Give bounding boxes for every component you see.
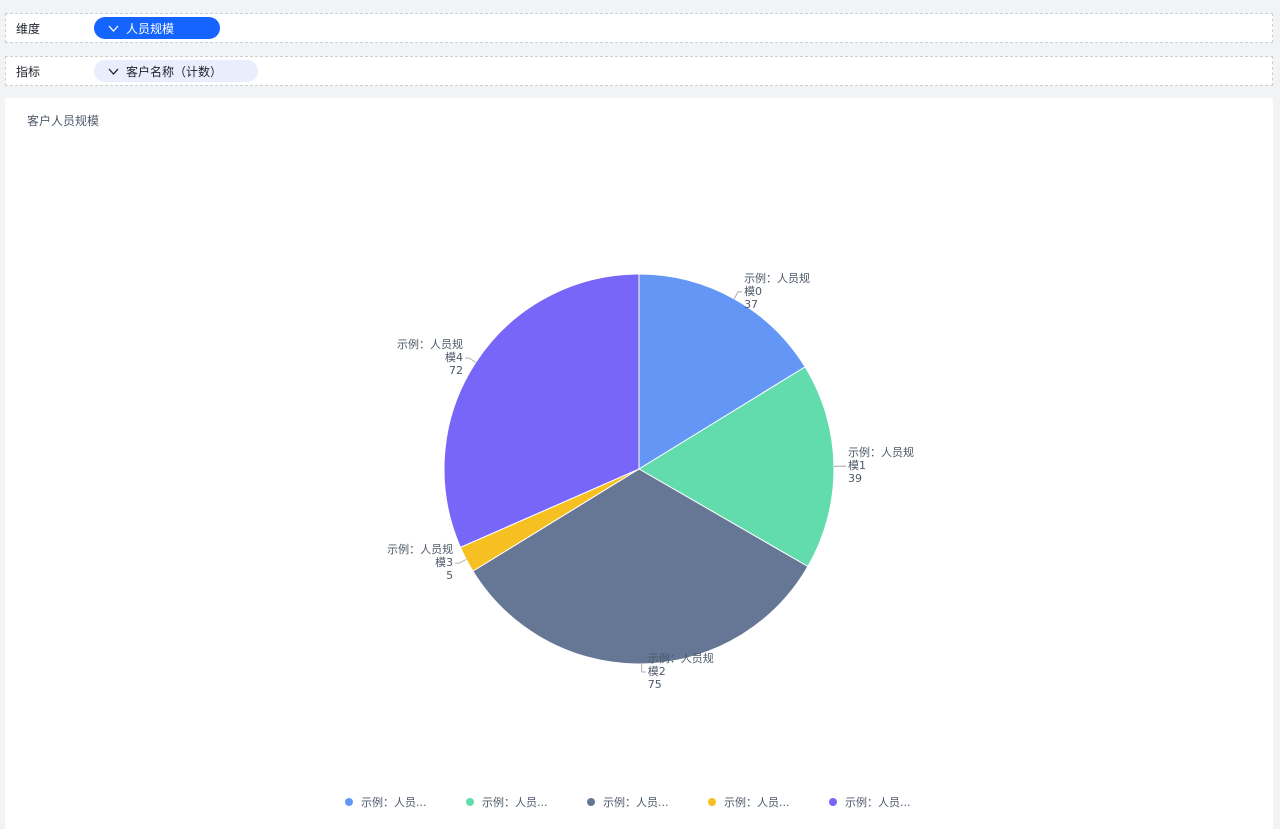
slice-label-value-4: 72	[449, 364, 463, 377]
slice-label-name-cont-2: 模2	[648, 665, 666, 678]
metric-pill[interactable]: 客户名称（计数）	[94, 60, 258, 82]
slice-label-name-2: 示例：人员规	[648, 651, 714, 665]
slice-label-value-1: 39	[848, 472, 862, 485]
slice-label-name-0: 示例：人员规	[744, 271, 810, 285]
label-leader-3	[455, 559, 467, 564]
legend-item-3[interactable]: 示例：人员...	[708, 794, 829, 810]
slice-label-name-3: 示例：人员规	[387, 542, 453, 556]
metric-label: 指标	[16, 64, 41, 79]
slice-label-name-cont-1: 模1	[848, 459, 866, 472]
dimension-pill[interactable]: 人员规模	[94, 17, 220, 39]
legend-item-1[interactable]: 示例：人员...	[466, 794, 587, 810]
legend-label: 示例：人员...	[603, 796, 669, 809]
slice-label-value-2: 75	[648, 678, 662, 691]
legend-item-0[interactable]: 示例：人员...	[345, 794, 466, 810]
legend-item-4[interactable]: 示例：人员...	[829, 794, 950, 810]
label-leader-2	[641, 663, 646, 673]
chevron-down-icon	[106, 23, 120, 34]
slice-label-value-3: 5	[446, 569, 453, 582]
legend-label: 示例：人员...	[724, 796, 790, 809]
legend-dot-icon	[708, 798, 716, 806]
dimension-row: 维度 人员规模	[5, 13, 1273, 43]
legend-dot-icon	[829, 798, 837, 806]
chevron-down-icon	[106, 66, 120, 77]
slice-label-name-cont-4: 模4	[445, 351, 463, 364]
slice-label-value-0: 37	[744, 298, 758, 311]
label-leader-4	[465, 357, 476, 363]
label-leader-0	[733, 291, 743, 299]
dimension-value: 人员规模	[126, 21, 175, 36]
slice-label-name-1: 示例：人员规	[848, 445, 914, 459]
pie-chart: 示例：人员规模037示例：人员规模139示例：人员规模275示例：人员规模35示…	[387, 271, 914, 691]
chart-legend: 示例：人员... 示例：人员... 示例：人员... 示例：人员... 示例：人员...	[345, 794, 950, 810]
legend-dot-icon	[345, 798, 353, 806]
slice-label-name-cont-0: 模0	[744, 285, 762, 298]
dimension-label: 维度	[16, 21, 41, 36]
chart-panel: 客户人员规模 示例：人员规 模0 37 示例：人员规 模1 39 示例：人员规 模2 75 示例：…	[5, 98, 1273, 829]
legend-label: 示例：人员...	[482, 796, 548, 809]
slice-label-name-cont-3: 模3	[435, 556, 453, 569]
slice-label-name-4: 示例：人员规	[397, 337, 463, 351]
legend-label: 示例：人员...	[361, 796, 427, 809]
metric-value: 客户名称（计数）	[126, 64, 223, 79]
legend-item-2[interactable]: 示例：人员...	[587, 794, 708, 810]
legend-dot-icon	[466, 798, 474, 806]
legend-label: 示例：人员...	[845, 796, 911, 809]
metric-row: 指标 客户名称（计数）	[5, 56, 1273, 86]
legend-dot-icon	[587, 798, 595, 806]
